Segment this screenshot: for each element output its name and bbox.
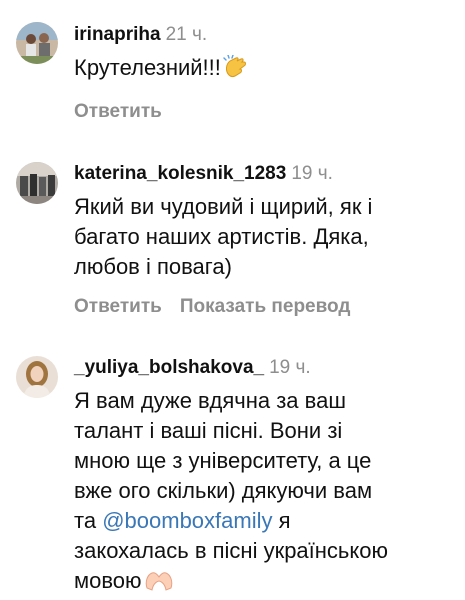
show-translation-button[interactable]: Показать перевод: [180, 296, 351, 317]
comment-text-fragment: та: [74, 508, 97, 533]
comment-text-content: Крутелезний!!!: [74, 55, 221, 80]
avatar-photo-icon: [16, 162, 58, 204]
avatar[interactable]: [16, 356, 58, 398]
username[interactable]: irinapriha: [74, 24, 161, 45]
comment-text-line: любов і повага): [74, 254, 232, 279]
comment-text-line: талант і ваші пісні. Вони зі: [74, 418, 343, 443]
timestamp: 19 ч.: [269, 357, 311, 378]
comment-header: irinapriha 21 ч.: [74, 23, 455, 47]
heart-hands-icon: [144, 570, 174, 600]
comment-text-line: мовою: [74, 566, 455, 600]
reply-button[interactable]: Ответить: [74, 296, 162, 317]
avatar-photo-icon: [16, 22, 58, 64]
comment-text-line: Який ви чудовий і щирий, як і: [74, 194, 373, 219]
comment-header: _yuliya_bolshakova_ 19 ч.: [74, 356, 455, 380]
reply-button[interactable]: Ответить: [74, 101, 162, 122]
comment-text-line: вже ого скільки) дякуючи вам: [74, 478, 373, 503]
comment-text-fragment: мовою: [74, 568, 142, 593]
comment-text-line: та @boomboxfamily я: [74, 506, 455, 536]
username[interactable]: _yuliya_bolshakova_: [74, 357, 264, 378]
mention-link[interactable]: @boomboxfamily: [102, 508, 272, 533]
comment-text: Який ви чудовий і щирий, як і багато наш…: [74, 192, 455, 282]
comment-header: katerina_kolesnik_1283 19 ч.: [74, 162, 455, 186]
avatar[interactable]: [16, 162, 58, 204]
comment-actions: Ответить: [74, 101, 455, 123]
timestamp: 21 ч.: [165, 24, 208, 45]
comment-text-line: багато наших артистів. Дяка,: [74, 224, 369, 249]
username[interactable]: katerina_kolesnik_1283: [74, 163, 286, 184]
comment-actions: Ответить Показать перевод: [74, 296, 455, 318]
comment-text-line: закохалась в пісні українською: [74, 538, 388, 563]
comment-text-fragment: я: [278, 508, 291, 533]
avatar-photo-icon: [16, 356, 58, 398]
comment-text-line: мною ще з університету, а це: [74, 448, 372, 473]
timestamp: 19 ч.: [291, 163, 333, 184]
comment-text: Крутелезний!!!: [74, 53, 455, 87]
clapping-hands-icon: [223, 54, 249, 87]
comment-text-line: Я вам дуже вдячна за ваш: [74, 388, 346, 413]
comment-text: Я вам дуже вдячна за ваш талант і ваші п…: [74, 386, 455, 600]
avatar[interactable]: [16, 22, 58, 64]
